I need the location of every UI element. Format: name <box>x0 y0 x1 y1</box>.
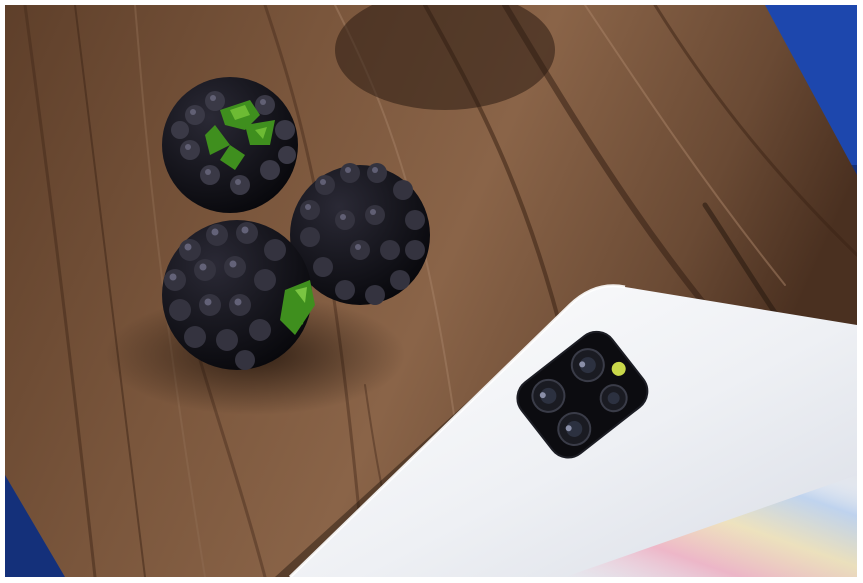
photo-canvas <box>5 5 857 577</box>
photo <box>5 5 857 577</box>
blackberry-top <box>162 77 298 213</box>
